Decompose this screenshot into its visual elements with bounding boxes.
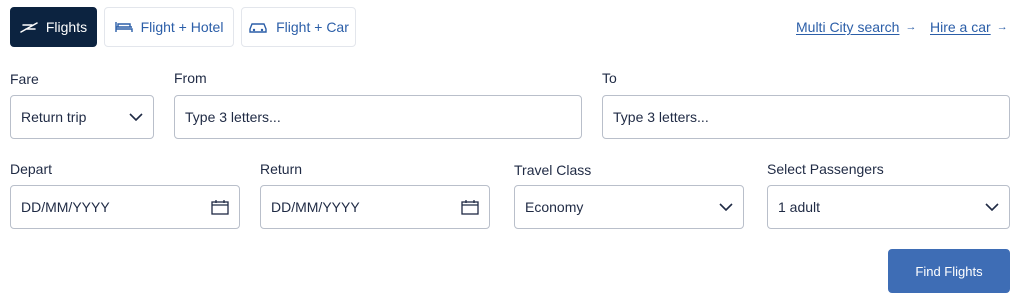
tab-flights[interactable]: Flights xyxy=(10,7,97,47)
from-label: From xyxy=(174,70,207,86)
bed-icon xyxy=(114,20,133,34)
tab-flight-car[interactable]: Flight + Car xyxy=(241,7,356,47)
tab-flight-car-label: Flight + Car xyxy=(276,19,349,35)
return-placeholder: DD/MM/YYYY xyxy=(271,199,360,215)
fare-label: Fare xyxy=(10,71,39,87)
passengers-select[interactable]: 1 adult xyxy=(767,185,1010,229)
hire-a-car-link[interactable]: Hire a car → xyxy=(930,19,1008,35)
chevron-down-icon xyxy=(719,203,733,211)
depart-label: Depart xyxy=(10,161,53,177)
chevron-down-icon xyxy=(129,113,143,121)
select-passengers-label: Select Passengers xyxy=(767,161,884,177)
depart-placeholder: DD/MM/YYYY xyxy=(21,199,110,215)
travel-class-value: Economy xyxy=(525,199,584,215)
depart-date-input[interactable]: DD/MM/YYYY xyxy=(10,185,240,229)
tab-flights-label: Flights xyxy=(45,19,88,35)
return-label: Return xyxy=(260,161,303,177)
arrow-right-icon: → xyxy=(996,21,1008,33)
travel-class-label: Travel Class xyxy=(514,162,592,178)
from-placeholder: Type 3 letters... xyxy=(185,109,281,125)
hire-a-car-label: Hire a car xyxy=(930,19,991,35)
multi-city-search-link[interactable]: Multi City search → xyxy=(796,19,916,35)
find-flights-button[interactable]: Find Flights xyxy=(888,249,1010,293)
fare-select[interactable]: Return trip xyxy=(10,95,154,139)
to-label: To xyxy=(602,70,617,86)
tab-flight-hotel[interactable]: Flight + Hotel xyxy=(104,7,234,47)
calendar-icon[interactable] xyxy=(211,199,229,215)
arrow-right-icon: → xyxy=(905,21,917,33)
passengers-value: 1 adult xyxy=(778,199,821,215)
multi-city-search-label: Multi City search xyxy=(796,19,900,35)
calendar-icon[interactable] xyxy=(461,199,479,215)
tab-flight-hotel-label: Flight + Hotel xyxy=(140,19,224,35)
plane-icon xyxy=(20,20,38,34)
travel-class-select[interactable]: Economy xyxy=(514,185,744,229)
chevron-down-icon xyxy=(985,203,999,211)
to-input[interactable]: Type 3 letters... xyxy=(602,95,1010,139)
from-input[interactable]: Type 3 letters... xyxy=(174,95,582,139)
return-date-input[interactable]: DD/MM/YYYY xyxy=(260,185,490,229)
fare-value: Return trip xyxy=(21,109,87,125)
to-placeholder: Type 3 letters... xyxy=(613,109,709,125)
car-icon xyxy=(248,20,268,34)
